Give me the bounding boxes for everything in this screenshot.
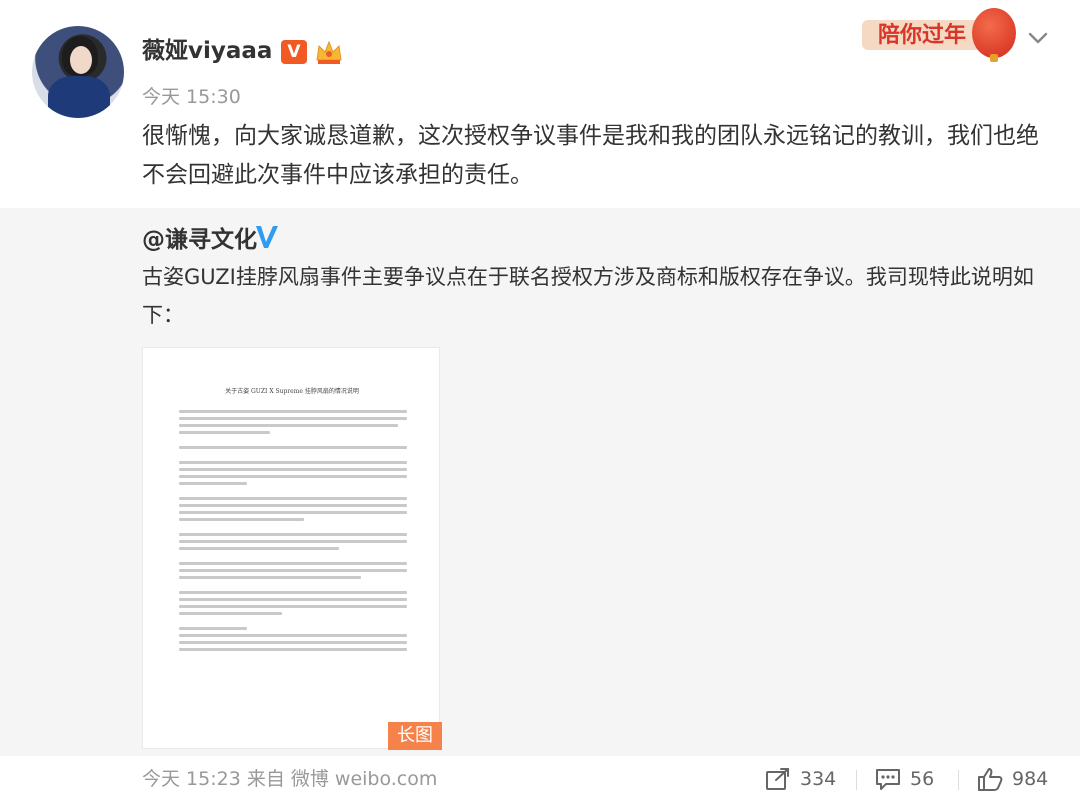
like-count: 984 [1012,768,1049,790]
verified-v-icon: V [281,40,307,64]
comment-icon [876,769,900,790]
share-icon [766,768,789,790]
divider [958,770,959,790]
repost-text: 古姿GUZI挂脖风扇事件主要争议点在于联名授权方涉及商标和版权存在争议。我司现特… [142,265,1034,327]
divider [856,770,857,790]
document-long-image[interactable]: 关于古姿 GUZI X Supreme 挂脖风扇的情况说明 [142,347,440,749]
comment-button[interactable]: 56 [874,765,934,793]
crown-icon [316,40,342,64]
repost-button[interactable]: 334 [764,765,836,793]
post-time: 今天 15:30 [142,86,241,108]
post-text: 很惭愧，向大家诚恳道歉，这次授权争议事件是我和我的团队永远铭记的教训，我们也绝不… [142,123,1039,188]
newyear-banner-text: 陪你过年 [862,20,982,50]
long-image-badge: 长图 [388,722,442,750]
verified-blue-v-icon [256,226,278,248]
avatar-coat [48,76,110,118]
username[interactable]: 薇娅viyaaa [142,36,272,66]
comment-count: 56 [910,768,935,790]
repost-username[interactable]: @谦寻文化 [142,224,257,256]
chevron-down-icon[interactable] [1024,24,1052,52]
thumbs-up-icon [978,768,1003,791]
source-time: 今天 15:23 来自 微博 weibo.com [142,768,438,790]
newyear-banner[interactable]: 陪你过年 [862,8,1022,62]
document-body [179,410,407,655]
repost-count: 334 [800,768,837,790]
repost-card[interactable]: @谦寻文化 古姿GUZI挂脖风扇事件主要争议点在于联名授权方涉及商标和版权存在争… [0,208,1080,756]
avatar-face [70,46,92,74]
document-title: 关于古姿 GUZI X Supreme 挂脖风扇的情况说明 [225,388,359,395]
avatar[interactable] [32,26,124,118]
post-header: 薇娅viyaaa V 今天 15:30 陪你过年 很惭愧，向大家诚恳道歉，这次授… [0,0,1080,208]
lantern-icon [972,8,1016,62]
like-button[interactable]: 984 [976,765,1048,793]
post-footer: 今天 15:23 来自 微博 weibo.com 334 56 984 [0,756,1080,802]
